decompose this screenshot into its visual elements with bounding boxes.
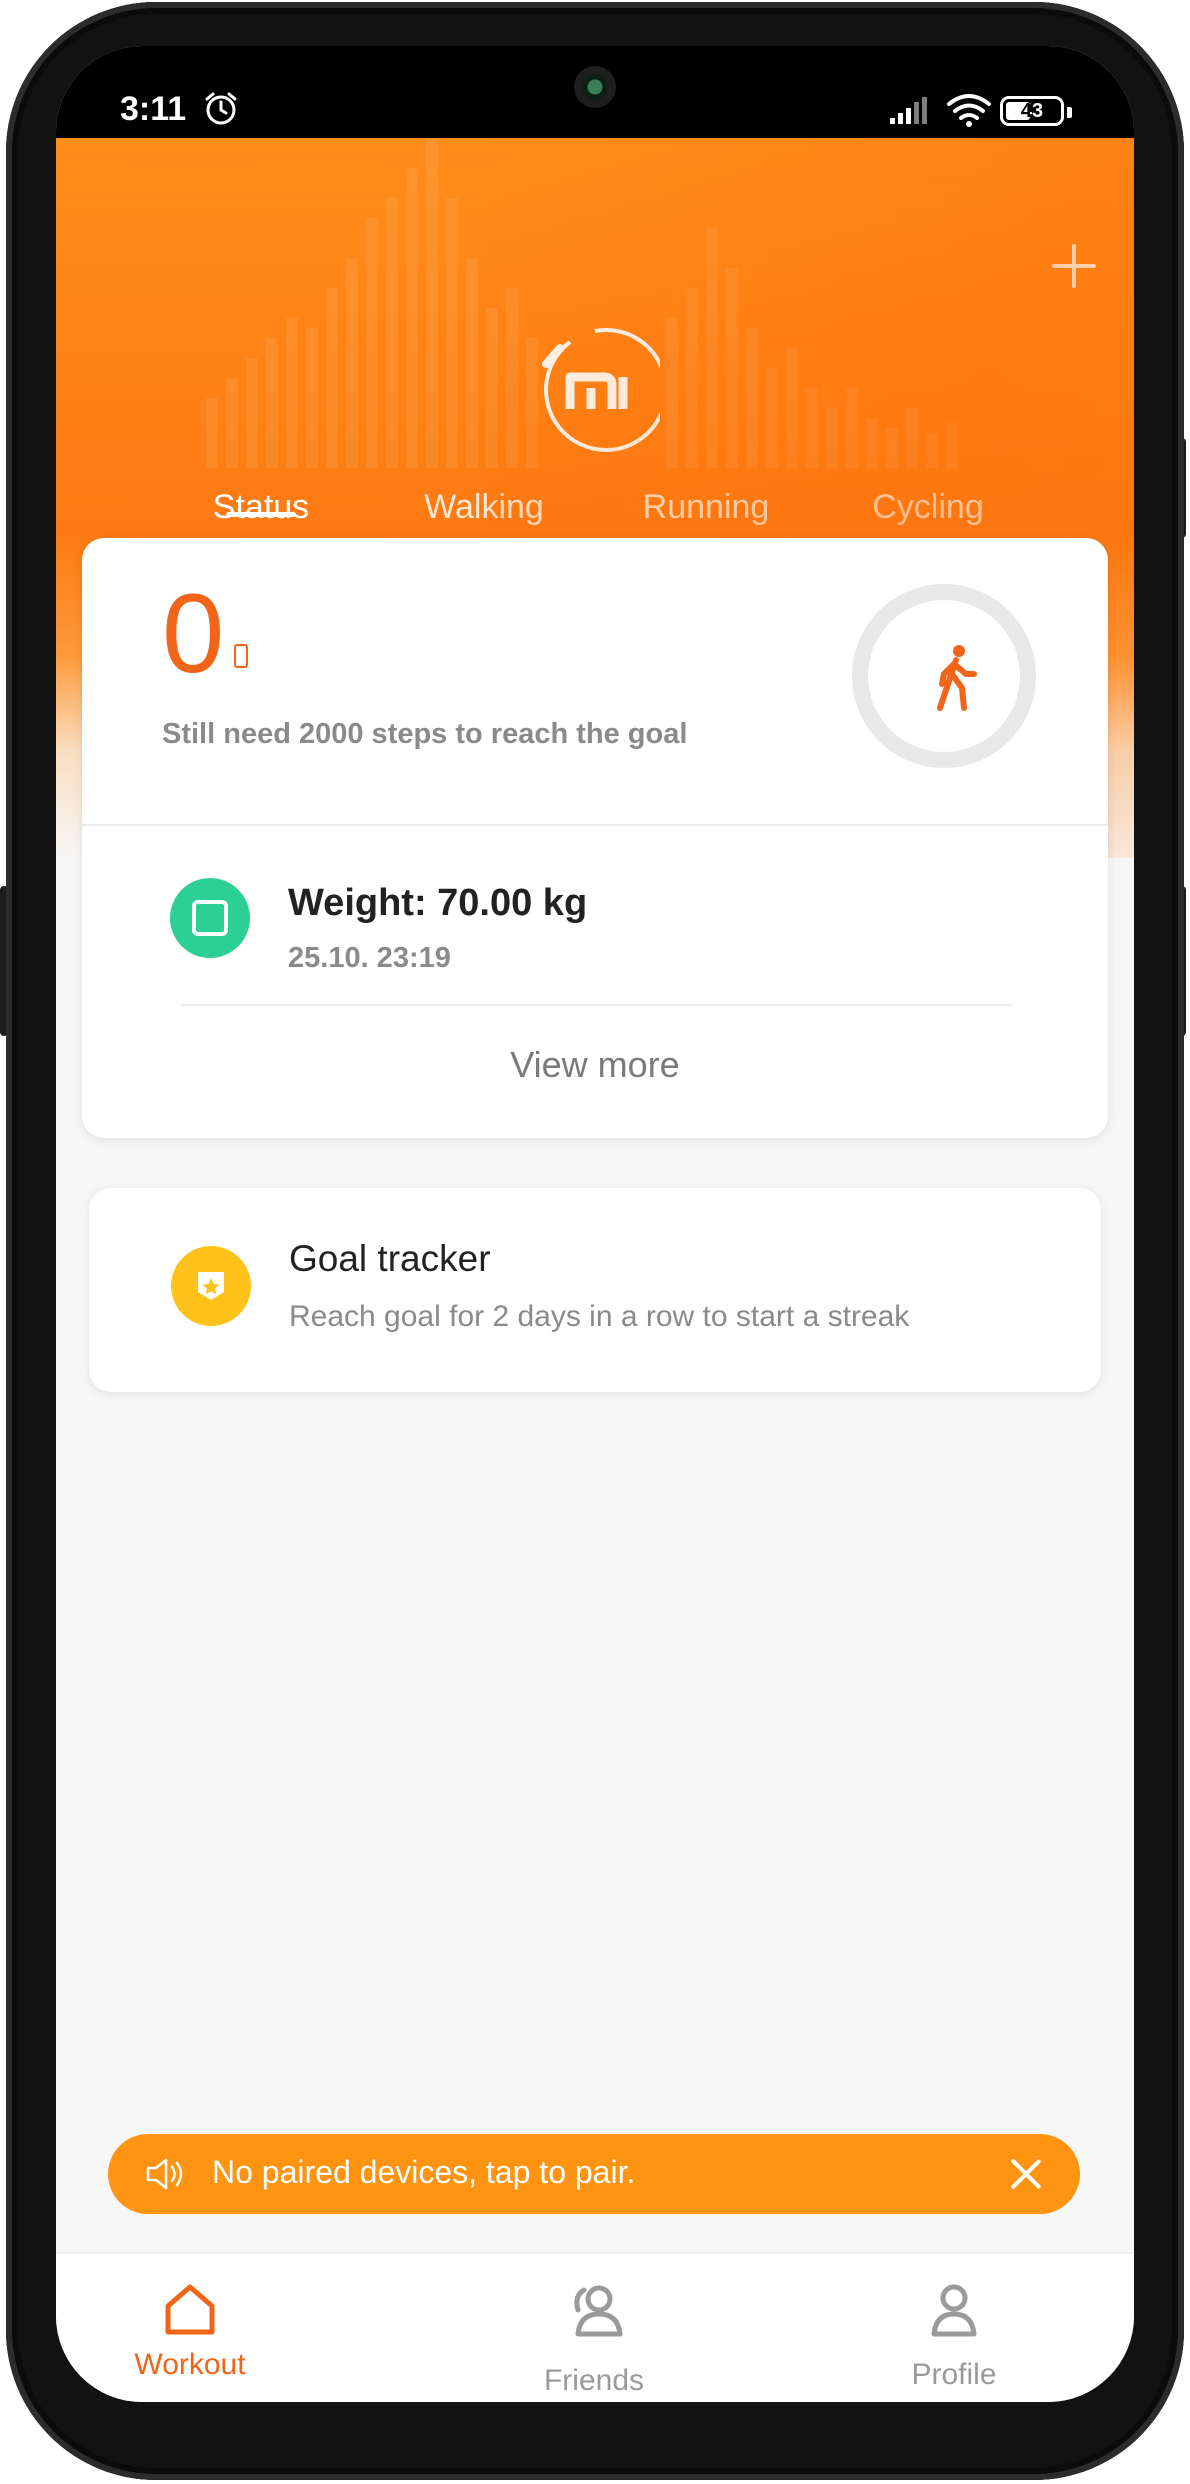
mi-logo — [542, 327, 660, 452]
profile-icon — [931, 2284, 977, 2337]
weight-value: Weight: 70.00 kg — [288, 882, 588, 924]
add-button[interactable] — [1050, 242, 1098, 290]
speaker-icon — [146, 2158, 183, 2190]
status-bar: 3:11 43 — [56, 46, 1134, 138]
weight-date: 25.10. 23:19 — [288, 942, 451, 974]
step-count: 0 — [162, 571, 225, 696]
background-bars-decoration — [206, 140, 958, 468]
nav-profile-label: Profile — [911, 2358, 997, 2391]
view-more-link[interactable]: View more — [82, 1044, 1108, 1086]
nav-workout-label: Workout — [134, 2348, 246, 2381]
badge-star-icon — [171, 1246, 251, 1326]
battery-icon: 43 — [1000, 96, 1072, 126]
scale-icon — [170, 878, 250, 958]
tab-running[interactable]: Running — [606, 488, 806, 527]
status-time: 3:11 — [120, 90, 187, 128]
app-screen: 3:11 43 Status Walking Running Cycling 0… — [56, 46, 1134, 2402]
tab-walking[interactable]: Walking — [384, 488, 584, 527]
alarm-icon — [205, 92, 237, 125]
battery-level: 43 — [1020, 100, 1044, 122]
bottom-navigation: Workout Friends Profile — [56, 2252, 1134, 2402]
steps-goal-text: Still need 2000 steps to reach the goal — [162, 718, 688, 750]
steps-card[interactable]: 0 Still need 2000 steps to reach the goa… — [82, 538, 1108, 1138]
card-divider — [82, 824, 1108, 826]
close-icon[interactable] — [1008, 2156, 1044, 2192]
tab-status[interactable]: Status — [161, 488, 361, 527]
signal-icon — [890, 97, 927, 124]
pair-device-text: No paired devices, tap to pair. — [212, 2154, 636, 2190]
front-camera — [574, 66, 616, 108]
walking-person-icon — [937, 645, 977, 711]
friends-icon — [574, 2285, 623, 2337]
pair-device-banner[interactable]: No paired devices, tap to pair. — [108, 2134, 1080, 2214]
phone-source-icon — [234, 644, 248, 668]
weight-divider — [182, 1004, 1012, 1006]
nav-friends-label: Friends — [543, 2364, 645, 2397]
goal-tracker-title: Goal tracker — [289, 1238, 491, 1279]
goal-tracker-subtitle: Reach goal for 2 days in a row to start … — [289, 1300, 910, 1333]
tab-cycling[interactable]: Cycling — [828, 488, 1028, 527]
steps-progress-ring — [852, 584, 1036, 768]
home-icon — [165, 2284, 215, 2335]
wifi-icon — [947, 94, 991, 127]
goal-tracker-card[interactable]: Goal tracker Reach goal for 2 days in a … — [89, 1188, 1101, 1392]
